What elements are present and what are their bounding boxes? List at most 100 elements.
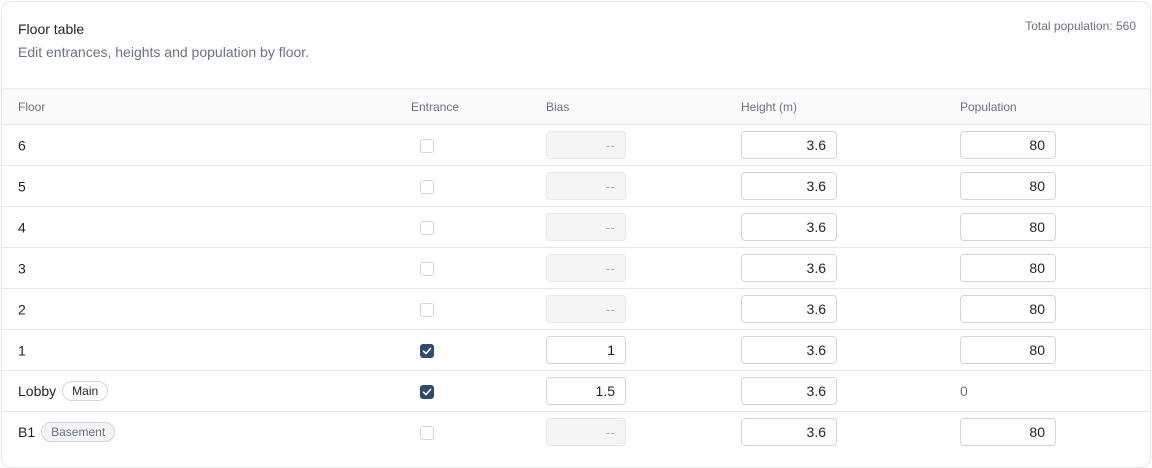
- floor-label: 2: [18, 301, 26, 318]
- population-cell: 80: [960, 125, 1150, 166]
- entrance-checkbox[interactable]: [420, 221, 434, 236]
- entrance-checkbox[interactable]: [420, 262, 434, 277]
- bias-input: --: [546, 172, 626, 200]
- floor-table: Floor Entrance Bias Height (m) Populatio…: [2, 88, 1150, 453]
- bias-cell: --: [546, 125, 741, 166]
- entrance-cell: [396, 371, 546, 412]
- floor-label: Lobby: [18, 383, 57, 399]
- population-cell: 80: [960, 166, 1150, 207]
- floor-tag-badge: Main: [62, 381, 109, 401]
- height-input[interactable]: 3.6: [741, 213, 837, 241]
- height-input[interactable]: 3.6: [741, 295, 837, 323]
- floor-label: 5: [18, 178, 26, 195]
- floor-cell: 3: [2, 248, 396, 289]
- entrance-checkbox[interactable]: [420, 426, 434, 441]
- floor-label: 6: [18, 137, 26, 154]
- entrance-checkbox[interactable]: [420, 344, 434, 359]
- height-input[interactable]: 3.6: [741, 131, 837, 159]
- floor-cell: Lobby Main: [2, 371, 396, 412]
- card-header: Floor table Edit entrances, heights and …: [2, 2, 1150, 88]
- population-input[interactable]: 80: [960, 213, 1056, 241]
- column-header-entrance: Entrance: [411, 99, 460, 114]
- entrance-cell: [396, 330, 546, 371]
- population-input[interactable]: 80: [960, 295, 1056, 323]
- bias-cell: --: [546, 166, 741, 207]
- entrance-cell: [396, 248, 546, 289]
- table-header-row: Floor Entrance Bias Height (m) Populatio…: [2, 88, 1150, 125]
- height-input[interactable]: 3.6: [741, 377, 837, 405]
- population-input[interactable]: 80: [960, 172, 1056, 200]
- table-row: 1 1 3.6 80: [2, 330, 1150, 371]
- floor-label: 4: [18, 219, 26, 236]
- bias-cell: --: [546, 248, 741, 289]
- table-row: 2 -- 3.6 80: [2, 289, 1150, 330]
- column-header-population: Population: [960, 99, 1017, 114]
- total-population: Total population: 560: [1025, 19, 1136, 33]
- entrance-cell: [396, 166, 546, 207]
- bias-input: --: [546, 295, 626, 323]
- floor-cell: 5: [2, 166, 396, 207]
- bias-input: --: [546, 213, 626, 241]
- bias-input[interactable]: 1: [546, 336, 626, 364]
- height-input[interactable]: 3.6: [741, 172, 837, 200]
- floor-cell: B1 Basement: [2, 412, 396, 453]
- table-row: Lobby Main 1.5 3.6 0: [2, 371, 1150, 412]
- table-row: 5 -- 3.6 80: [2, 166, 1150, 207]
- bias-cell: --: [546, 207, 741, 248]
- height-cell: 3.6: [741, 330, 960, 371]
- bias-cell: 1.5: [546, 371, 741, 412]
- entrance-cell: [396, 207, 546, 248]
- entrance-checkbox[interactable]: [420, 139, 434, 154]
- height-cell: 3.6: [741, 371, 960, 412]
- height-input[interactable]: 3.6: [741, 418, 837, 447]
- floor-cell: 2: [2, 289, 396, 330]
- height-cell: 3.6: [741, 248, 960, 289]
- entrance-cell: [396, 125, 546, 166]
- height-cell: 3.6: [741, 207, 960, 248]
- height-cell: 3.6: [741, 412, 960, 453]
- population-cell: 80: [960, 412, 1150, 453]
- floor-label: B1: [18, 424, 36, 441]
- floor-tag-badge: Basement: [41, 422, 116, 443]
- bias-input: --: [546, 254, 626, 282]
- height-input[interactable]: 3.6: [741, 254, 837, 282]
- entrance-cell: [396, 412, 546, 453]
- floor-label: 1: [18, 342, 26, 359]
- entrance-checkbox[interactable]: [420, 180, 434, 195]
- bias-cell: --: [546, 412, 741, 453]
- population-input[interactable]: 80: [960, 418, 1056, 447]
- bias-cell: --: [546, 289, 741, 330]
- height-cell: 3.6: [741, 289, 960, 330]
- height-input[interactable]: 3.6: [741, 336, 837, 364]
- card-subtitle: Edit entrances, heights and population b…: [18, 44, 310, 60]
- bias-input: --: [546, 418, 626, 447]
- bias-input: --: [546, 131, 626, 159]
- population-cell: 80: [960, 248, 1150, 289]
- table-row: 3 -- 3.6 80: [2, 248, 1150, 289]
- column-header-floor: Floor: [18, 99, 46, 114]
- floor-cell: 1: [2, 330, 396, 371]
- floor-cell: 4: [2, 207, 396, 248]
- population-cell: 0: [960, 371, 1150, 412]
- entrance-cell: [396, 289, 546, 330]
- population-cell: 80: [960, 289, 1150, 330]
- bias-input[interactable]: 1.5: [546, 377, 626, 405]
- population-input[interactable]: 80: [960, 254, 1056, 282]
- height-cell: 3.6: [741, 166, 960, 207]
- bias-cell: 1: [546, 330, 741, 371]
- table-row: B1 Basement -- 3.6 80: [2, 412, 1150, 453]
- height-cell: 3.6: [741, 125, 960, 166]
- population-input[interactable]: 80: [960, 336, 1056, 364]
- floor-table-card: Floor table Edit entrances, heights and …: [1, 1, 1151, 468]
- population-cell: 80: [960, 207, 1150, 248]
- entrance-checkbox[interactable]: [420, 385, 434, 400]
- population-value: 0: [960, 383, 968, 399]
- column-header-bias: Bias: [546, 99, 570, 114]
- entrance-checkbox[interactable]: [420, 303, 434, 318]
- column-header-height: Height (m): [741, 99, 798, 114]
- floor-cell: 6: [2, 125, 396, 166]
- population-cell: 80: [960, 330, 1150, 371]
- card-title: Floor table: [18, 21, 85, 37]
- table-row: 6 -- 3.6 80: [2, 125, 1150, 166]
- population-input[interactable]: 80: [960, 131, 1056, 159]
